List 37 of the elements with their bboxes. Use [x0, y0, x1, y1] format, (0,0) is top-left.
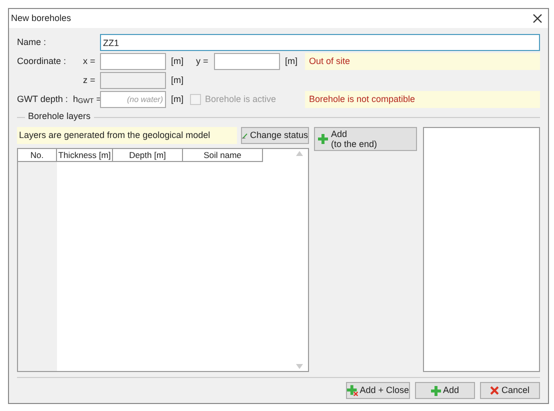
- unit-label: [m]: [171, 54, 184, 68]
- status-message: Out of site: [305, 53, 540, 70]
- plus-icon: [347, 385, 358, 396]
- status-message: Borehole is not compatible: [305, 91, 540, 108]
- plus-icon: [430, 386, 441, 396]
- add-to-end-button[interactable]: Add (to the end): [314, 127, 417, 151]
- column-header[interactable]: Soil name: [183, 149, 263, 162]
- close-icon[interactable]: [533, 14, 542, 23]
- field-label: x =: [83, 54, 96, 68]
- plus-icon: [318, 134, 328, 144]
- gwt-depth-field[interactable]: (no water): [100, 91, 166, 108]
- unit-label: [m]: [171, 92, 184, 106]
- name-field[interactable]: ZZ1: [100, 34, 540, 51]
- column-header[interactable]: Thickness [m]: [57, 149, 113, 162]
- change-status-button[interactable]: Change status: [241, 127, 309, 144]
- checkbox-label: Borehole is active: [205, 92, 278, 106]
- unit-label: [m]: [171, 74, 184, 87]
- column-header[interactable]: No.: [18, 149, 57, 162]
- unit-label: [m]: [285, 54, 298, 68]
- scroll-down-icon[interactable]: [296, 364, 303, 369]
- group-title: Borehole layers: [27, 110, 92, 124]
- info-message: Layers are generated from the geological model: [17, 127, 237, 144]
- column-header[interactable]: Depth [m]: [113, 149, 183, 162]
- add-close-button[interactable]: Add + Close: [346, 382, 410, 399]
- field-label: GWT depth :: [17, 92, 69, 106]
- close-icon: [490, 386, 500, 395]
- cancel-button[interactable]: Cancel: [480, 382, 540, 399]
- field-label: Name :: [17, 36, 48, 49]
- x-field[interactable]: [100, 53, 166, 70]
- scroll-up-icon[interactable]: [296, 151, 303, 156]
- field-label: y =: [196, 54, 210, 68]
- pencil-icon: [242, 131, 248, 140]
- add-button[interactable]: Add: [415, 382, 475, 399]
- y-field[interactable]: [214, 53, 280, 70]
- window-title: New boreholes: [11, 12, 72, 25]
- field-label: Coordinate :: [17, 54, 68, 68]
- field-label: z =: [83, 74, 96, 87]
